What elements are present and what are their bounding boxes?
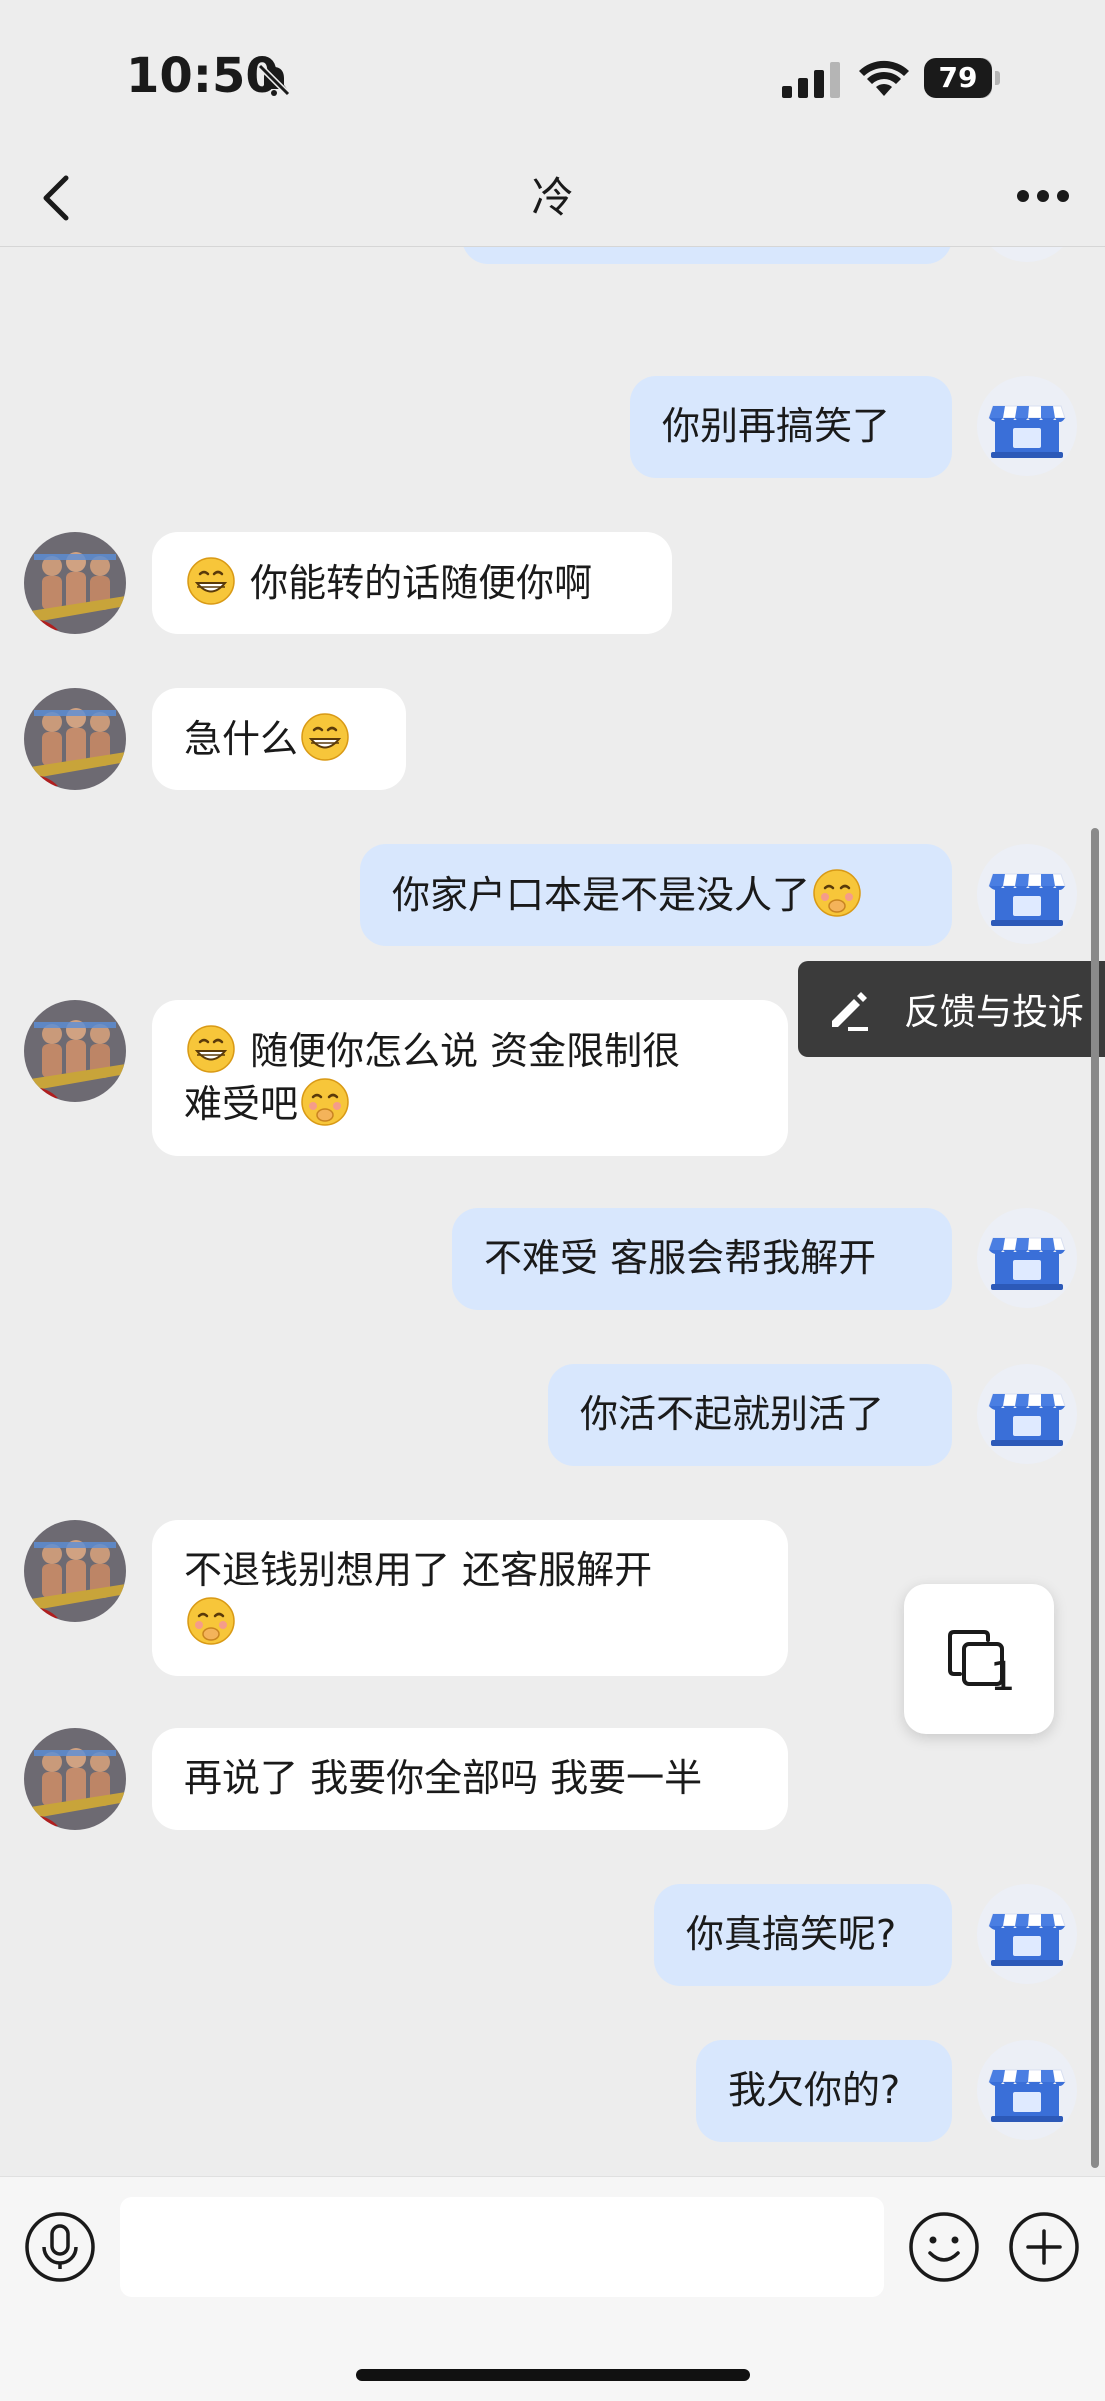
outgoing-message-bubble[interactable]: 你真搞笑呢? (654, 1884, 952, 1986)
status-bar: 10:50 79 (0, 0, 1105, 160)
incoming-message-row: 你能转的话随便你啊 (0, 532, 1105, 634)
input-bar (0, 2176, 1105, 2401)
wifi-icon (859, 60, 909, 96)
message-text: 再说了 我要你全部吗 我要一半 (184, 1756, 703, 1800)
outgoing-message-row: 不难受 客服会帮我解开 (0, 1208, 1105, 1310)
bell-muted-icon (257, 63, 291, 97)
incoming-message-bubble[interactable]: 随便你怎么说 资金限制很难受吧 (152, 1000, 788, 1156)
giggle-emoji-icon (187, 1597, 235, 1645)
cellular-signal-icon (782, 62, 840, 98)
incoming-message-row: 再说了 我要你全部吗 我要一半 (0, 1728, 1105, 1830)
giggle-emoji-icon (301, 1078, 349, 1126)
battery-level: 79 (924, 58, 992, 98)
message-text: 我欠你的? (728, 2068, 901, 2112)
store-avatar-icon[interactable] (977, 376, 1077, 476)
contact-avatar[interactable] (24, 532, 126, 634)
pen-icon (832, 992, 868, 1031)
outgoing-message-row: 你活不起就别活了 (0, 1364, 1105, 1466)
outgoing-message-row: 我支付宝一样能转出钱 (0, 246, 1105, 264)
scrollbar[interactable] (1091, 828, 1099, 2168)
outgoing-message-bubble[interactable]: 我支付宝一样能转出钱 (462, 246, 952, 264)
grin-emoji-icon (187, 557, 235, 605)
message-text: 你别再搞笑了 (662, 404, 891, 448)
grin-emoji-icon (187, 1025, 235, 1073)
more-options-icon[interactable] (1010, 176, 1076, 216)
store-avatar-icon[interactable] (977, 1208, 1077, 1308)
message-text: 你真搞笑呢? (686, 1912, 897, 1956)
feedback-label: 反馈与投诉 (904, 992, 1085, 1033)
message-text: 不退钱别想用了 还客服解开 (184, 1548, 653, 1592)
message-list[interactable]: 我支付宝一样能转出钱你别再搞笑了 你能转的话随便你啊急什么你家户口本是不是没人了… (0, 246, 1105, 2176)
incoming-message-bubble[interactable]: 急什么 (152, 688, 406, 790)
store-avatar-icon[interactable] (977, 246, 1077, 262)
store-avatar-icon[interactable] (977, 844, 1077, 944)
message-text: 不难受 客服会帮我解开 (484, 1236, 877, 1280)
emoji-picker-icon[interactable] (908, 2211, 980, 2283)
message-text: 急什么 (184, 717, 299, 761)
outgoing-message-row: 你真搞笑呢? (0, 1884, 1105, 1986)
outgoing-message-bubble[interactable]: 不难受 客服会帮我解开 (452, 1208, 952, 1310)
message-text: 随便你怎么说 资金限制很 (238, 1029, 681, 1073)
battery-icon: 79 (924, 58, 1002, 98)
outgoing-message-bubble[interactable]: 你别再搞笑了 (630, 376, 952, 478)
copy-count: 1 (990, 1654, 1016, 1700)
feedback-button[interactable]: 反馈与投诉 (798, 961, 1105, 1057)
home-indicator (356, 2369, 750, 2381)
voice-input-icon[interactable] (24, 2211, 96, 2283)
incoming-message-row: 急什么 (0, 688, 1105, 790)
store-avatar-icon[interactable] (977, 1364, 1077, 1464)
outgoing-message-bubble[interactable]: 你活不起就别活了 (548, 1364, 952, 1466)
more-actions-plus-icon[interactable] (1008, 2211, 1080, 2283)
incoming-message-bubble[interactable]: 不退钱别想用了 还客服解开 (152, 1520, 788, 1676)
outgoing-message-bubble[interactable]: 你家户口本是不是没人了 (360, 844, 952, 946)
outgoing-message-row: 我欠你的? (0, 2040, 1105, 2142)
message-text: 你家户口本是不是没人了 (392, 873, 811, 917)
contact-avatar[interactable] (24, 1728, 126, 1830)
contact-avatar[interactable] (24, 1520, 126, 1622)
incoming-message-bubble[interactable]: 再说了 我要你全部吗 我要一半 (152, 1728, 788, 1830)
outgoing-message-row: 你家户口本是不是没人了 (0, 844, 1105, 946)
contact-avatar[interactable] (24, 688, 126, 790)
incoming-message-bubble[interactable]: 你能转的话随便你啊 (152, 532, 672, 634)
giggle-emoji-icon (813, 869, 861, 917)
message-text: 你活不起就别活了 (580, 1392, 885, 1436)
message-input[interactable] (120, 2197, 884, 2297)
store-avatar-icon[interactable] (977, 1884, 1077, 1984)
message-text: 你能转的话随便你啊 (238, 561, 593, 605)
grin-emoji-icon (301, 713, 349, 761)
store-avatar-icon[interactable] (977, 2040, 1077, 2140)
outgoing-message-row: 你别再搞笑了 (0, 376, 1105, 478)
contact-avatar[interactable] (24, 1000, 126, 1102)
outgoing-message-bubble[interactable]: 我欠你的? (696, 2040, 952, 2142)
copy-float-button[interactable]: 1 (904, 1584, 1054, 1734)
message-text-line2: 难受吧 (184, 1082, 299, 1126)
chat-header: 冷 (0, 150, 1105, 247)
chat-title: 冷 (531, 173, 574, 222)
